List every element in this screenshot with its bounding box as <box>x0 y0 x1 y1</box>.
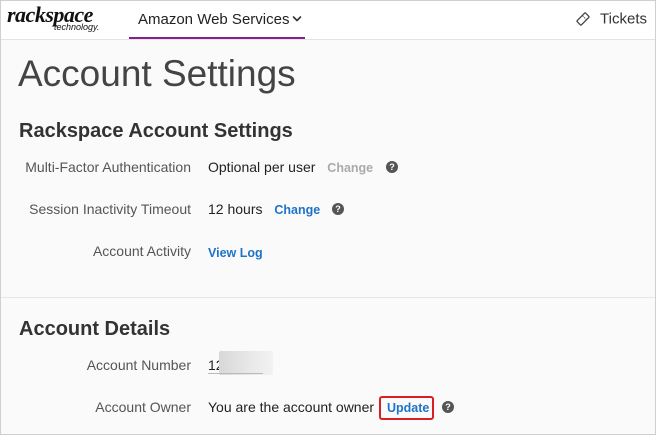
account-activity-value: View Log <box>208 244 263 260</box>
mfa-value-text: Optional per user <box>208 159 316 175</box>
nav-tab-label: Amazon Web Services <box>138 11 290 28</box>
ticket-icon <box>575 12 590 26</box>
chevron-down-icon <box>292 16 302 22</box>
tickets-label: Tickets <box>600 10 647 28</box>
session-timeout-value: 12 hours Change <box>208 201 320 217</box>
account-owner-value: You are the account owner <box>208 399 374 415</box>
session-timeout-label: Session Inactivity Timeout <box>29 201 191 217</box>
session-timeout-value-text: 12 hours <box>208 201 263 217</box>
account-owner-value-text: You are the account owner <box>208 399 375 415</box>
account-number-label: Account Number <box>86 357 191 373</box>
mfa-change-link[interactable]: Change <box>327 161 373 175</box>
section-title-rackspace-settings: Rackspace Account Settings <box>19 120 293 142</box>
session-timeout-help-icon[interactable]: ? <box>332 203 344 215</box>
account-number-underline <box>208 373 263 374</box>
section-divider <box>1 297 655 298</box>
page-title: Account Settings <box>18 53 296 94</box>
tickets-link[interactable]: Tickets <box>575 10 647 30</box>
mfa-label: Multi-Factor Authentication <box>25 159 191 175</box>
account-activity-label: Account Activity <box>92 243 191 259</box>
rackspace-logo[interactable]: rackspace technology. <box>7 2 107 36</box>
update-highlight-box <box>379 396 434 420</box>
session-timeout-change-link[interactable]: Change <box>274 203 320 217</box>
top-nav-bar: rackspace technology. Amazon Web Service… <box>1 1 655 40</box>
mfa-value: Optional per user Change <box>208 159 373 175</box>
account-owner-help-icon[interactable]: ? <box>442 401 454 413</box>
nav-tab-amazon-web-services[interactable]: Amazon Web Services <box>129 1 305 39</box>
view-log-link[interactable]: View Log <box>208 246 263 260</box>
section-title-account-details: Account Details <box>19 318 171 340</box>
logo-subtitle: technology. <box>54 22 100 32</box>
app-window: rackspace technology. Amazon Web Service… <box>0 0 656 435</box>
redacted-account-number <box>219 351 273 375</box>
account-owner-label: Account Owner <box>95 399 191 415</box>
mfa-help-icon[interactable]: ? <box>386 161 398 173</box>
